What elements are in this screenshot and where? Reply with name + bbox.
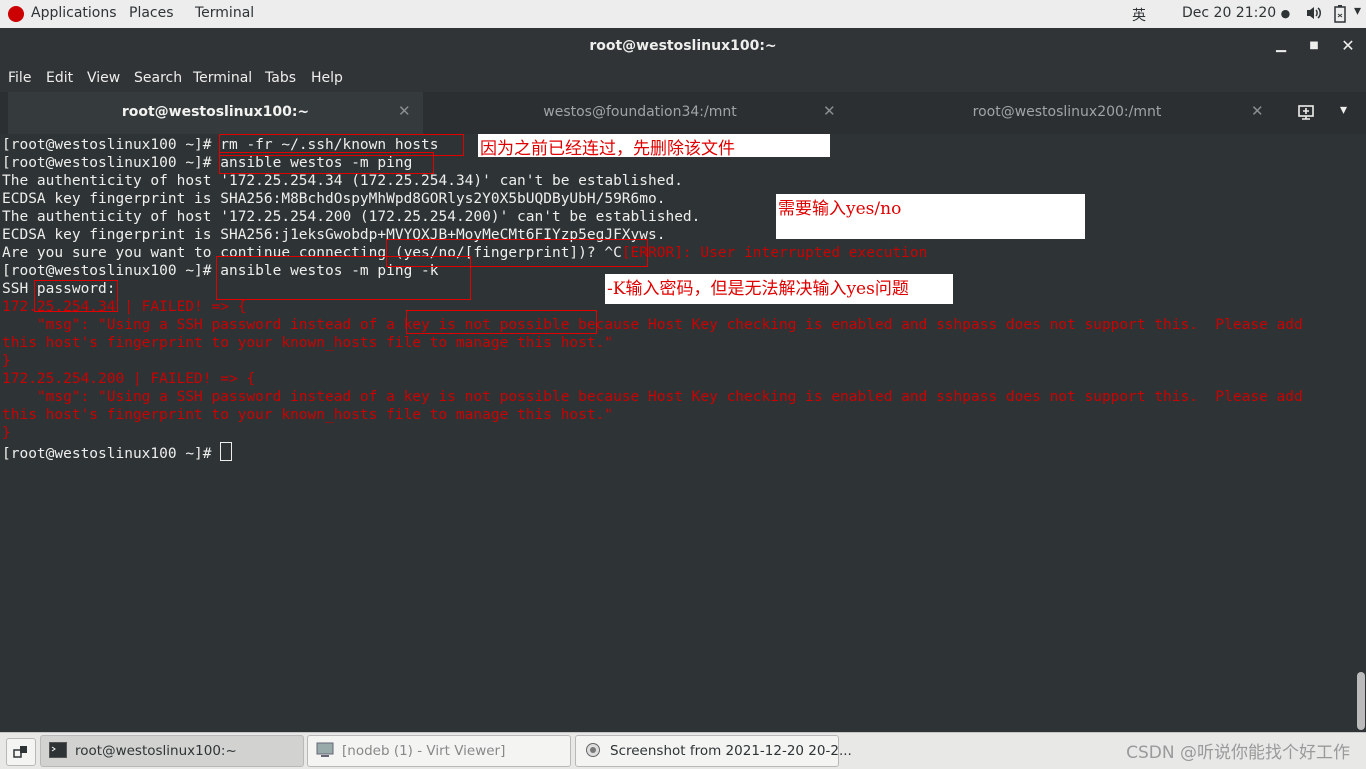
tab-westos-foundation34[interactable]: westos@foundation34:/mnt ✕ xyxy=(428,92,852,134)
menu-tabs[interactable]: Tabs xyxy=(265,70,296,86)
window-titlebar[interactable]: root@westoslinux100:~ ▁ ■ ✕ xyxy=(0,28,1366,64)
virt-viewer-icon xyxy=(316,742,334,757)
highlight-box xyxy=(216,256,471,300)
error-line: "msg": "Using a SSH password instead of … xyxy=(2,389,1303,405)
places-menu[interactable]: Places xyxy=(129,5,174,21)
watermark: CSDN @听说你能找个好工作 xyxy=(1126,743,1350,763)
taskbar-item-virt-viewer[interactable]: [nodeb (1) - Virt Viewer] xyxy=(307,735,571,767)
tab-root-westoslinux200[interactable]: root@westoslinux200:/mnt ✕ xyxy=(856,92,1278,134)
terminal-app-menu[interactable]: Terminal xyxy=(195,5,254,21)
menu-help[interactable]: Help xyxy=(311,70,343,86)
tab-close-icon[interactable]: ✕ xyxy=(1251,102,1264,120)
scrollbar-thumb[interactable] xyxy=(1357,672,1365,730)
annotation-note: 因为之前已经连过，先删除该文件 xyxy=(478,134,830,159)
error-line: "msg": "Using a SSH password instead of … xyxy=(2,317,1303,333)
menu-view[interactable]: View xyxy=(87,70,120,86)
menubar: File Edit View Search Terminal Tabs Help xyxy=(0,64,1366,92)
system-menu-arrow-icon[interactable]: ▾ xyxy=(1354,3,1361,19)
image-viewer-icon xyxy=(586,743,600,757)
menu-search[interactable]: Search xyxy=(134,70,182,86)
close-button[interactable]: ✕ xyxy=(1338,36,1358,56)
tab-close-icon[interactable]: ✕ xyxy=(398,102,411,120)
output-line: The authenticity of host '172.25.254.34 … xyxy=(2,173,683,189)
new-tab-icon[interactable] xyxy=(1297,103,1315,125)
clock[interactable]: Dec 20 21:20 ● xyxy=(1182,5,1290,21)
taskbar-item-label: [nodeb (1) - Virt Viewer] xyxy=(342,743,506,759)
error-line: 172.25.254.200 | FAILED! => { xyxy=(2,371,256,387)
output-line: ECDSA key fingerprint is SHA256:M8BchdOs… xyxy=(2,191,666,207)
battery-icon[interactable] xyxy=(1333,5,1347,27)
top-panel: Applications Places Terminal 英 Dec 20 21… xyxy=(0,0,1366,29)
highlight-box xyxy=(34,280,118,312)
error-line: this host's fingerprint to your known_ho… xyxy=(2,335,614,351)
terminal-view[interactable]: [root@westoslinux100 ~]# rm -fr ~/.ssh/k… xyxy=(0,134,1356,732)
tab-list-dropdown-icon[interactable]: ▾ xyxy=(1340,102,1347,118)
volume-icon[interactable] xyxy=(1305,5,1323,25)
taskbar-item-terminal[interactable]: root@westoslinux100:~ xyxy=(40,735,304,767)
error-line: this host's fingerprint to your known_ho… xyxy=(2,407,614,423)
taskbar: root@westoslinux100:~ [nodeb (1) - Virt … xyxy=(0,732,1366,769)
error-text: [ERROR]: User interrupted execution xyxy=(621,245,928,261)
minimize-button[interactable]: ▁ xyxy=(1271,36,1291,56)
menu-file[interactable]: File xyxy=(8,70,31,86)
show-desktop-button[interactable] xyxy=(6,738,36,766)
recording-dot-icon: ● xyxy=(1280,7,1291,20)
clock-label: Dec 20 21:20 xyxy=(1182,5,1277,21)
tab-bar: root@westoslinux100:~ ✕ westos@foundatio… xyxy=(0,92,1366,136)
redhat-logo-icon xyxy=(8,6,24,22)
maximize-button[interactable]: ■ xyxy=(1304,36,1324,56)
menu-terminal[interactable]: Terminal xyxy=(193,70,252,86)
terminal-icon xyxy=(49,742,67,758)
menu-edit[interactable]: Edit xyxy=(46,70,73,86)
terminal-scrollbar[interactable] xyxy=(1356,134,1366,732)
workspace-icon xyxy=(13,746,27,758)
tab-close-icon[interactable]: ✕ xyxy=(823,102,836,120)
text-cursor xyxy=(220,442,233,461)
prompt: [root@westoslinux100 ~]# xyxy=(2,446,221,462)
window-title: root@westoslinux100:~ xyxy=(589,38,777,54)
tab-label: westos@foundation34:/mnt xyxy=(543,104,737,120)
highlight-box xyxy=(406,310,597,334)
tab-root-westoslinux100[interactable]: root@westoslinux100:~ ✕ xyxy=(8,92,423,136)
taskbar-item-label: root@westoslinux100:~ xyxy=(75,743,237,759)
output-line: The authenticity of host '172.25.254.200… xyxy=(2,209,701,225)
annotation-note: 需要输入yes/no xyxy=(776,194,1085,239)
prompt: [root@westoslinux100 ~]# xyxy=(2,137,221,153)
taskbar-item-label: Screenshot from 2021-12-20 20-2... xyxy=(610,743,852,759)
applications-menu[interactable]: Applications xyxy=(31,5,117,21)
prompt: [root@westoslinux100 ~]# xyxy=(2,155,221,171)
error-line: } xyxy=(2,425,11,441)
tab-label: root@westoslinux200:/mnt xyxy=(972,104,1162,120)
highlight-box xyxy=(219,152,434,174)
prompt: [root@westoslinux100 ~]# xyxy=(2,263,221,279)
input-method-indicator[interactable]: 英 xyxy=(1132,5,1146,25)
error-line: } xyxy=(2,353,11,369)
taskbar-item-screenshot[interactable]: Screenshot from 2021-12-20 20-2... xyxy=(575,735,852,767)
annotation-note: -K输入密码，但是无法解决输入yes问题 xyxy=(605,274,953,304)
tab-label: root@westoslinux100:~ xyxy=(121,104,310,120)
